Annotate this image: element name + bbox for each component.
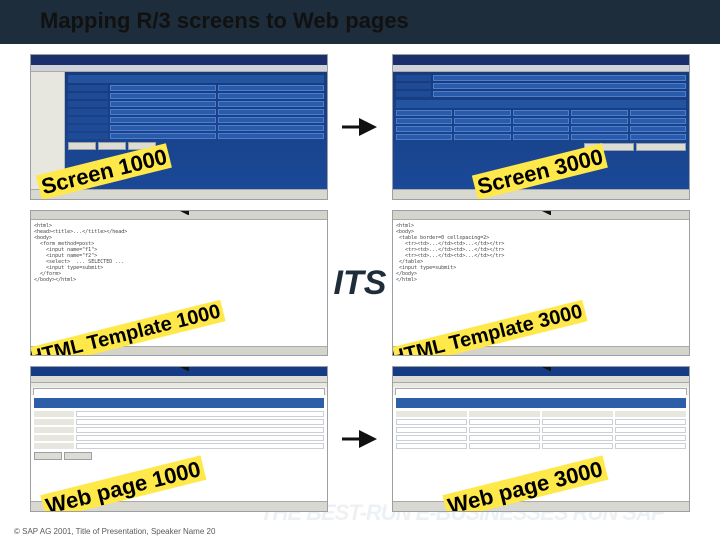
r3-screen-3000: Screen 3000	[392, 54, 690, 200]
arrow-down-left-1	[169, 210, 189, 215]
its-center: ITS	[338, 210, 382, 356]
slide-body: Screen 1000	[30, 54, 690, 512]
page-title: Mapping R/3 screens to Web pages	[40, 8, 409, 34]
r3-screen-1000: Screen 1000	[30, 54, 328, 200]
arrow-right-bottom	[338, 366, 382, 512]
its-label: ITS	[334, 264, 387, 303]
footer-copyright: © SAP AG 2001, Title of Presentation, Sp…	[14, 527, 215, 536]
arrow-down-left-2	[169, 366, 189, 371]
template-3000: <html> <body> <table border=0 cellspacin…	[392, 210, 690, 356]
template-1000: <html> <head><title>...</title></head> <…	[30, 210, 328, 356]
arrow-down-right-2	[531, 366, 551, 371]
web-page-3000: Web page 3000	[392, 366, 690, 512]
arrow-down-right-1	[531, 210, 551, 215]
web-page-1000: Web page 1000	[30, 366, 328, 512]
arrow-right-top	[338, 54, 382, 200]
